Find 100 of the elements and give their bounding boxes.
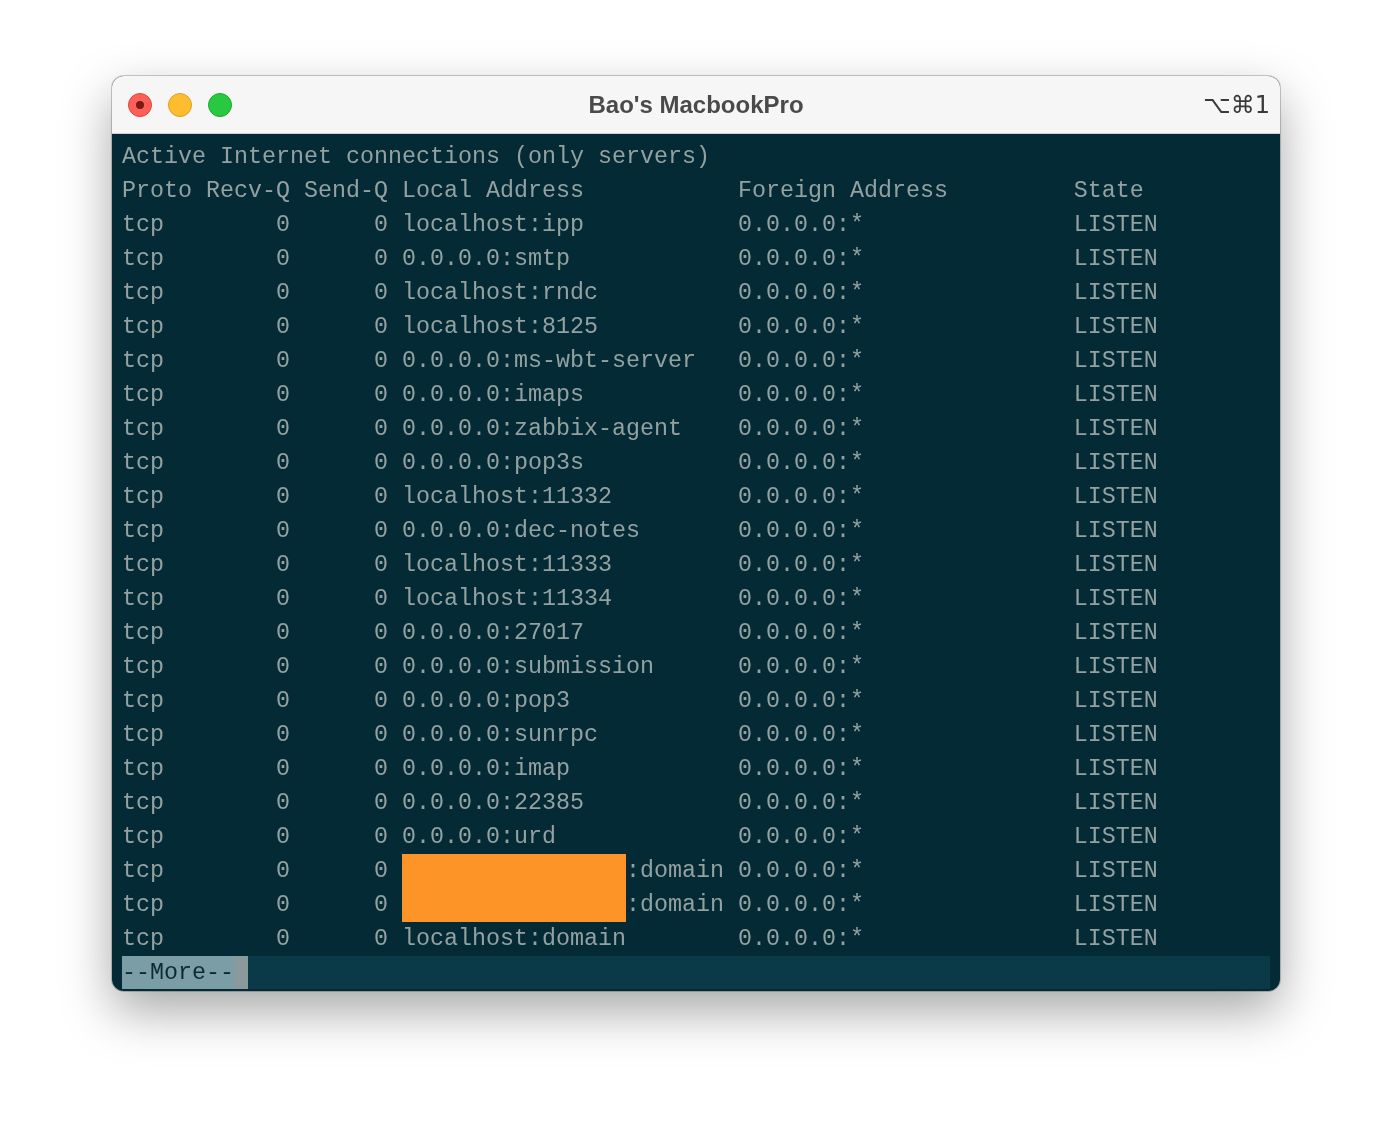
table-cell-text: 0 (274, 789, 290, 818)
table-cell-text: 0 (274, 245, 290, 274)
table-cell-text: tcp (122, 381, 165, 410)
table-cell-text: tcp (122, 891, 165, 920)
table-cell-text: 0 (274, 925, 290, 954)
table-cell-text: 0 (274, 381, 290, 410)
table-cell-text: LISTEN (1073, 483, 1159, 512)
table-cell-text: tcp (122, 857, 165, 886)
table-cell-text: 0 (372, 653, 388, 682)
table-cell-text: 0.0.0.0:pop3s (401, 449, 584, 478)
table-cell-text: 0.0.0.0:27017 (401, 619, 584, 648)
table-cell-text: LISTEN (1073, 687, 1159, 716)
table-cell-text: 0 (274, 653, 290, 682)
table-cell-text: tcp (122, 551, 165, 580)
table-cell-text: LISTEN (1073, 891, 1159, 920)
table-cell-text: 0.0.0.0:* (737, 891, 865, 920)
table-cell-text: LISTEN (1073, 517, 1159, 546)
table-cell-text: LISTEN (1073, 857, 1159, 886)
table-cell-text: localhost:11332 (401, 483, 612, 512)
window-title: Bao's MacbookPro (588, 90, 804, 119)
column-header: Local Address (401, 177, 585, 206)
table-cell-text: 0.0.0.0:* (737, 823, 865, 852)
table-cell-text: 0.0.0.0:* (737, 857, 865, 886)
table-cell-text: 0 (372, 551, 388, 580)
table-cell-text: 0 (274, 279, 290, 308)
zoom-button[interactable] (208, 92, 232, 117)
table-cell-text: tcp (122, 585, 165, 614)
table-cell-text: LISTEN (1073, 585, 1159, 614)
table-cell-text: 0.0.0.0:imap (401, 755, 570, 784)
table-cell-text: LISTEN (1073, 925, 1159, 954)
table-cell-text: tcp (122, 245, 165, 274)
column-header: Send-Q (303, 177, 388, 206)
table-cell-text: 0.0.0.0:* (737, 925, 865, 954)
cursor-block (234, 956, 248, 989)
table-cell-text: 0.0.0.0:urd (401, 823, 556, 852)
table-cell-text: 0 (274, 211, 290, 240)
table-cell-text: 0 (274, 551, 290, 580)
table-cell-text: 0 (372, 755, 388, 784)
table-cell-text: 0 (274, 721, 290, 750)
table-cell-text: 0.0.0.0:* (737, 517, 865, 546)
table-cell-text: 0 (274, 619, 290, 648)
table-cell-text: 0.0.0.0:* (737, 687, 865, 716)
table-cell-text: 0.0.0.0:* (737, 245, 865, 274)
table-cell-text: 0 (274, 585, 290, 614)
table-cell-text: 0 (274, 415, 290, 444)
column-header: Recv-Q (206, 177, 290, 206)
table-cell-text: 0 (372, 347, 388, 376)
table-cell-text: 0 (274, 313, 290, 342)
table-cell-text: localhost:8125 (401, 313, 598, 342)
table-cell-text: 0.0.0.0:* (737, 347, 865, 376)
table-cell-text: 0.0.0.0:ms-wbt-server (401, 347, 696, 376)
table-cell-text: 0.0.0.0:* (737, 449, 865, 478)
table-cell-text: 0 (372, 823, 388, 852)
table-cell-text: 0.0.0.0:imaps (401, 381, 584, 410)
table-cell-text: LISTEN (1073, 619, 1159, 648)
table-cell-text: tcp (122, 755, 165, 784)
table-cell-text: :domain (625, 857, 724, 886)
table-cell-text: LISTEN (1073, 721, 1159, 750)
table-cell-text: LISTEN (1073, 245, 1159, 274)
table-cell-text: tcp (122, 789, 165, 818)
table-cell-text: tcp (122, 823, 165, 852)
table-cell-text: 0.0.0.0:zabbix-agent (401, 415, 682, 444)
table-cell-text: :domain (625, 891, 724, 920)
table-cell-text: 0 (372, 891, 388, 920)
column-header: State (1073, 177, 1145, 206)
minimize-button[interactable] (168, 92, 192, 117)
table-cell-text: LISTEN (1073, 347, 1159, 376)
column-header: Foreign Address (737, 177, 949, 206)
table-cell-text: 0 (372, 619, 388, 648)
table-cell-text: 0 (372, 721, 388, 750)
table-cell-text: 0 (372, 517, 388, 546)
table-cell-text: 0.0.0.0:* (737, 653, 865, 682)
table-cell-text: localhost:ipp (401, 211, 584, 240)
table-cell-text: 0.0.0.0:* (737, 279, 865, 308)
table-cell-text: 0.0.0.0:smtp (401, 245, 570, 274)
shortcut-label: ⌥⌘1 (1203, 90, 1270, 119)
table-cell-text: tcp (122, 687, 165, 716)
pager-prompt: --More-- (122, 956, 234, 989)
close-button[interactable] (128, 92, 152, 117)
table-cell-text: 0 (372, 925, 388, 954)
table-cell-text: localhost:rndc (401, 279, 598, 308)
table-cell-text: 0 (372, 449, 388, 478)
table-cell-text: LISTEN (1073, 313, 1159, 342)
table-cell-text: 0 (274, 483, 290, 512)
table-cell-text: 0 (372, 585, 388, 614)
table-cell-text: 0 (274, 449, 290, 478)
table-cell-text: 0 (274, 517, 290, 546)
table-cell-text: 0 (274, 891, 290, 920)
table-cell-text: 0 (372, 211, 388, 240)
table-cell-text: 0 (372, 279, 388, 308)
table-cell-text: 0 (274, 687, 290, 716)
table-cell-text: LISTEN (1073, 789, 1159, 818)
table-cell-text: LISTEN (1073, 755, 1159, 784)
table-cell-text: 0 (372, 313, 388, 342)
table-cell-text: LISTEN (1073, 279, 1159, 308)
table-cell-text: 0 (372, 245, 388, 274)
table-cell-text: 0.0.0.0:* (737, 755, 865, 784)
table-cell-text: localhost:11333 (401, 551, 612, 580)
table-cell-text: localhost:domain (401, 925, 626, 954)
table-cell-text: LISTEN (1073, 449, 1159, 478)
